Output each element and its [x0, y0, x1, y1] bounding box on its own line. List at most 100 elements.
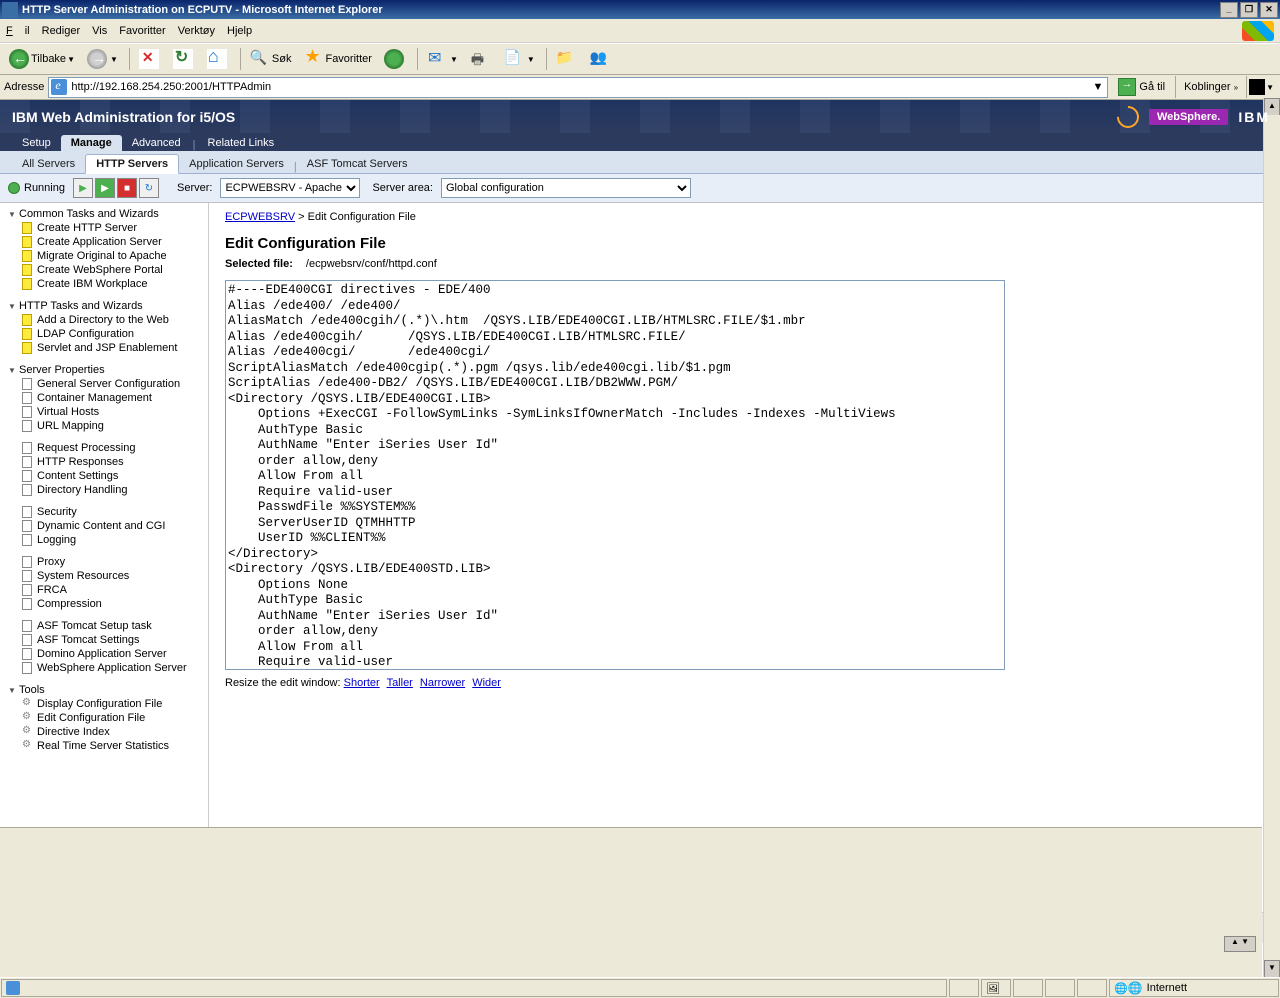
- refresh-button[interactable]: [168, 47, 200, 71]
- sidebar-item[interactable]: ASF Tomcat Settings: [8, 633, 208, 647]
- resize-narrower[interactable]: Narrower: [420, 677, 465, 689]
- nav-tabs: Setup Manage Advanced | Related Links: [0, 133, 1280, 151]
- sidebar-item[interactable]: Content Settings: [8, 469, 208, 483]
- print-button[interactable]: [465, 47, 497, 71]
- menu-tools[interactable]: Verktøy: [178, 25, 215, 37]
- sidebar-item[interactable]: Proxy: [8, 555, 208, 569]
- resize-row: Resize the edit window: Shorter Taller N…: [225, 677, 1264, 689]
- stop-button[interactable]: [134, 47, 166, 71]
- mail-icon: [427, 49, 447, 69]
- ie-icon: [2, 2, 18, 18]
- item-icon: [22, 264, 34, 276]
- tab-related[interactable]: Related Links: [198, 135, 285, 151]
- item-icon: [22, 236, 34, 248]
- norton-icon[interactable]: ▼: [1246, 76, 1276, 98]
- sidebar-group-http-tasks[interactable]: HTTP Tasks and Wizards: [8, 299, 208, 313]
- sidebar-item[interactable]: Create IBM Workplace: [8, 277, 208, 291]
- server-start-button[interactable]: ▶: [73, 178, 93, 198]
- sidebar-item[interactable]: Edit Configuration File: [8, 711, 208, 725]
- sidebar-item[interactable]: Logging: [8, 533, 208, 547]
- sidebar-item[interactable]: Add a Directory to the Web: [8, 313, 208, 327]
- menu-file[interactable]: Fil: [6, 25, 30, 37]
- sidebar-item[interactable]: Display Configuration File: [8, 697, 208, 711]
- item-icon: [22, 222, 34, 234]
- edit-button[interactable]: ▼: [499, 47, 540, 71]
- address-url[interactable]: http://192.168.254.250:2001/HTTPAdmin: [71, 81, 1090, 93]
- sidebar-item[interactable]: Create WebSphere Portal: [8, 263, 208, 277]
- folder-button[interactable]: [551, 47, 583, 71]
- frame-scroll-corner[interactable]: ▲ ▼: [1224, 936, 1256, 952]
- control-bar: Running ▶ ▶ ■ ↻ Server: ECPWEBSRV - Apac…: [0, 174, 1280, 203]
- mail-button[interactable]: ▼: [422, 47, 463, 71]
- sidebar-group-common[interactable]: Common Tasks and Wizards: [8, 207, 208, 221]
- resize-shorter[interactable]: Shorter: [344, 677, 380, 689]
- address-dropdown[interactable]: ▼: [1090, 81, 1105, 93]
- sidebar-item[interactable]: Container Management: [8, 391, 208, 405]
- sidebar-item[interactable]: URL Mapping: [8, 419, 208, 433]
- breadcrumb-link[interactable]: ECPWEBSRV: [225, 211, 295, 223]
- sidebar-item[interactable]: Compression: [8, 597, 208, 611]
- subtab-asf-tomcat[interactable]: ASF Tomcat Servers: [297, 155, 418, 173]
- sidebar-item[interactable]: Create HTTP Server: [8, 221, 208, 235]
- minimize-button[interactable]: _: [1220, 2, 1238, 18]
- close-button[interactable]: ✕: [1260, 2, 1278, 18]
- sidebar-item[interactable]: Dynamic Content and CGI: [8, 519, 208, 533]
- favorites-button[interactable]: Favoritter: [298, 47, 376, 71]
- browser-scrollbar[interactable]: ▲ ▼: [1263, 98, 1280, 978]
- sidebar-item[interactable]: Virtual Hosts: [8, 405, 208, 419]
- menu-view[interactable]: Vis: [92, 25, 107, 37]
- forward-button[interactable]: ▼: [82, 47, 123, 71]
- search-button[interactable]: Søk: [245, 47, 297, 71]
- sidebar-item[interactable]: FRCA: [8, 583, 208, 597]
- tab-setup[interactable]: Setup: [12, 135, 61, 151]
- sidebar-item[interactable]: General Server Configuration: [8, 377, 208, 391]
- tab-advanced[interactable]: Advanced: [122, 135, 191, 151]
- sidebar-item[interactable]: Migrate Original to Apache: [8, 249, 208, 263]
- sidebar-group-tools[interactable]: Tools: [8, 683, 208, 697]
- restore-button[interactable]: ❐: [1240, 2, 1258, 18]
- sidebar-group-server-props[interactable]: Server Properties: [8, 363, 208, 377]
- sidebar-item[interactable]: Create Application Server: [8, 235, 208, 249]
- media-button[interactable]: [379, 47, 411, 71]
- toolbar: Tilbake▼ ▼ Søk Favoritter ▼ ▼: [0, 43, 1280, 75]
- server-refresh-button[interactable]: ↻: [139, 178, 159, 198]
- sidebar-item[interactable]: Servlet and JSP Enablement: [8, 341, 208, 355]
- sidebar-item[interactable]: Directory Handling: [8, 483, 208, 497]
- scroll-down-icon[interactable]: ▼: [1264, 960, 1280, 978]
- stop-icon: [139, 49, 159, 69]
- menu-favorites[interactable]: Favoritter: [119, 25, 165, 37]
- menu-edit[interactable]: Rediger: [42, 25, 81, 37]
- back-button[interactable]: Tilbake▼: [4, 47, 80, 71]
- sidebar-item[interactable]: WebSphere Application Server: [8, 661, 208, 675]
- sidebar-item[interactable]: Domino Application Server: [8, 647, 208, 661]
- go-button[interactable]: Gå til: [1114, 78, 1169, 96]
- status-zone: 🌐Internett: [1109, 979, 1279, 997]
- sidebar-item[interactable]: ASF Tomcat Setup task: [8, 619, 208, 633]
- sidebar-item[interactable]: Request Processing: [8, 441, 208, 455]
- menu-help[interactable]: Hjelp: [227, 25, 252, 37]
- subtab-http-servers[interactable]: HTTP Servers: [85, 154, 179, 174]
- server-stop-button[interactable]: ■: [117, 178, 137, 198]
- item-icon: [22, 470, 34, 482]
- address-input[interactable]: http://192.168.254.250:2001/HTTPAdmin ▼: [48, 77, 1108, 98]
- resize-taller[interactable]: Taller: [387, 677, 413, 689]
- server-select[interactable]: ECPWEBSRV - Apache: [220, 178, 360, 198]
- server-restart-button[interactable]: ▶: [95, 178, 115, 198]
- links-button[interactable]: Koblinger »: [1175, 76, 1246, 98]
- config-textarea[interactable]: [225, 280, 1005, 670]
- item-icon: [22, 328, 34, 340]
- subtab-all-servers[interactable]: All Servers: [12, 155, 85, 173]
- subtab-app-servers[interactable]: Application Servers: [179, 155, 294, 173]
- tab-manage[interactable]: Manage: [61, 135, 122, 151]
- sidebar-item[interactable]: Real Time Server Statistics: [8, 739, 208, 753]
- messenger-button[interactable]: [585, 47, 617, 71]
- sidebar-item[interactable]: System Resources: [8, 569, 208, 583]
- globe-icon: 🌐: [1114, 981, 1143, 995]
- server-area-select[interactable]: Global configuration: [441, 178, 691, 198]
- sidebar-item[interactable]: Directive Index: [8, 725, 208, 739]
- sidebar-item[interactable]: Security: [8, 505, 208, 519]
- resize-wider[interactable]: Wider: [472, 677, 501, 689]
- sidebar-item[interactable]: LDAP Configuration: [8, 327, 208, 341]
- home-button[interactable]: [202, 47, 234, 71]
- sidebar-item[interactable]: HTTP Responses: [8, 455, 208, 469]
